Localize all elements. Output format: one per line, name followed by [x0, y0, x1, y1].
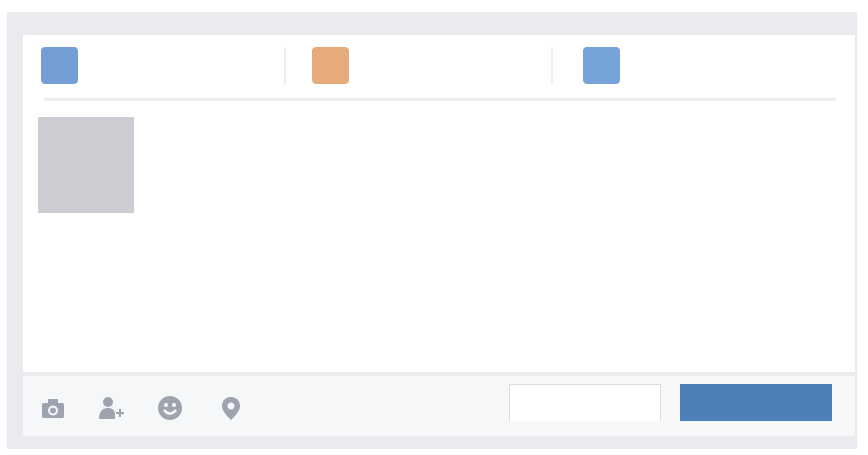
location-icon[interactable]	[217, 394, 245, 422]
composer-footer	[23, 376, 855, 436]
tab-status[interactable]	[41, 47, 86, 84]
camera-icon[interactable]	[39, 394, 67, 422]
avatar	[38, 117, 134, 213]
photo-icon	[312, 47, 349, 84]
tab-separator	[284, 47, 286, 85]
tab-separator	[551, 47, 553, 85]
tab-photo[interactable]	[312, 47, 357, 84]
feeling-icon[interactable]	[156, 394, 184, 422]
album-icon	[583, 47, 620, 84]
composer-card	[23, 35, 855, 372]
tabs-divider	[44, 98, 836, 101]
tab-album[interactable]	[583, 47, 628, 84]
status-icon	[41, 47, 78, 84]
post-text-input[interactable]	[148, 125, 832, 329]
post-button[interactable]	[680, 384, 832, 421]
secondary-button[interactable]	[509, 384, 661, 421]
composer-tabs	[23, 35, 855, 99]
tag-friends-icon[interactable]	[97, 394, 125, 422]
